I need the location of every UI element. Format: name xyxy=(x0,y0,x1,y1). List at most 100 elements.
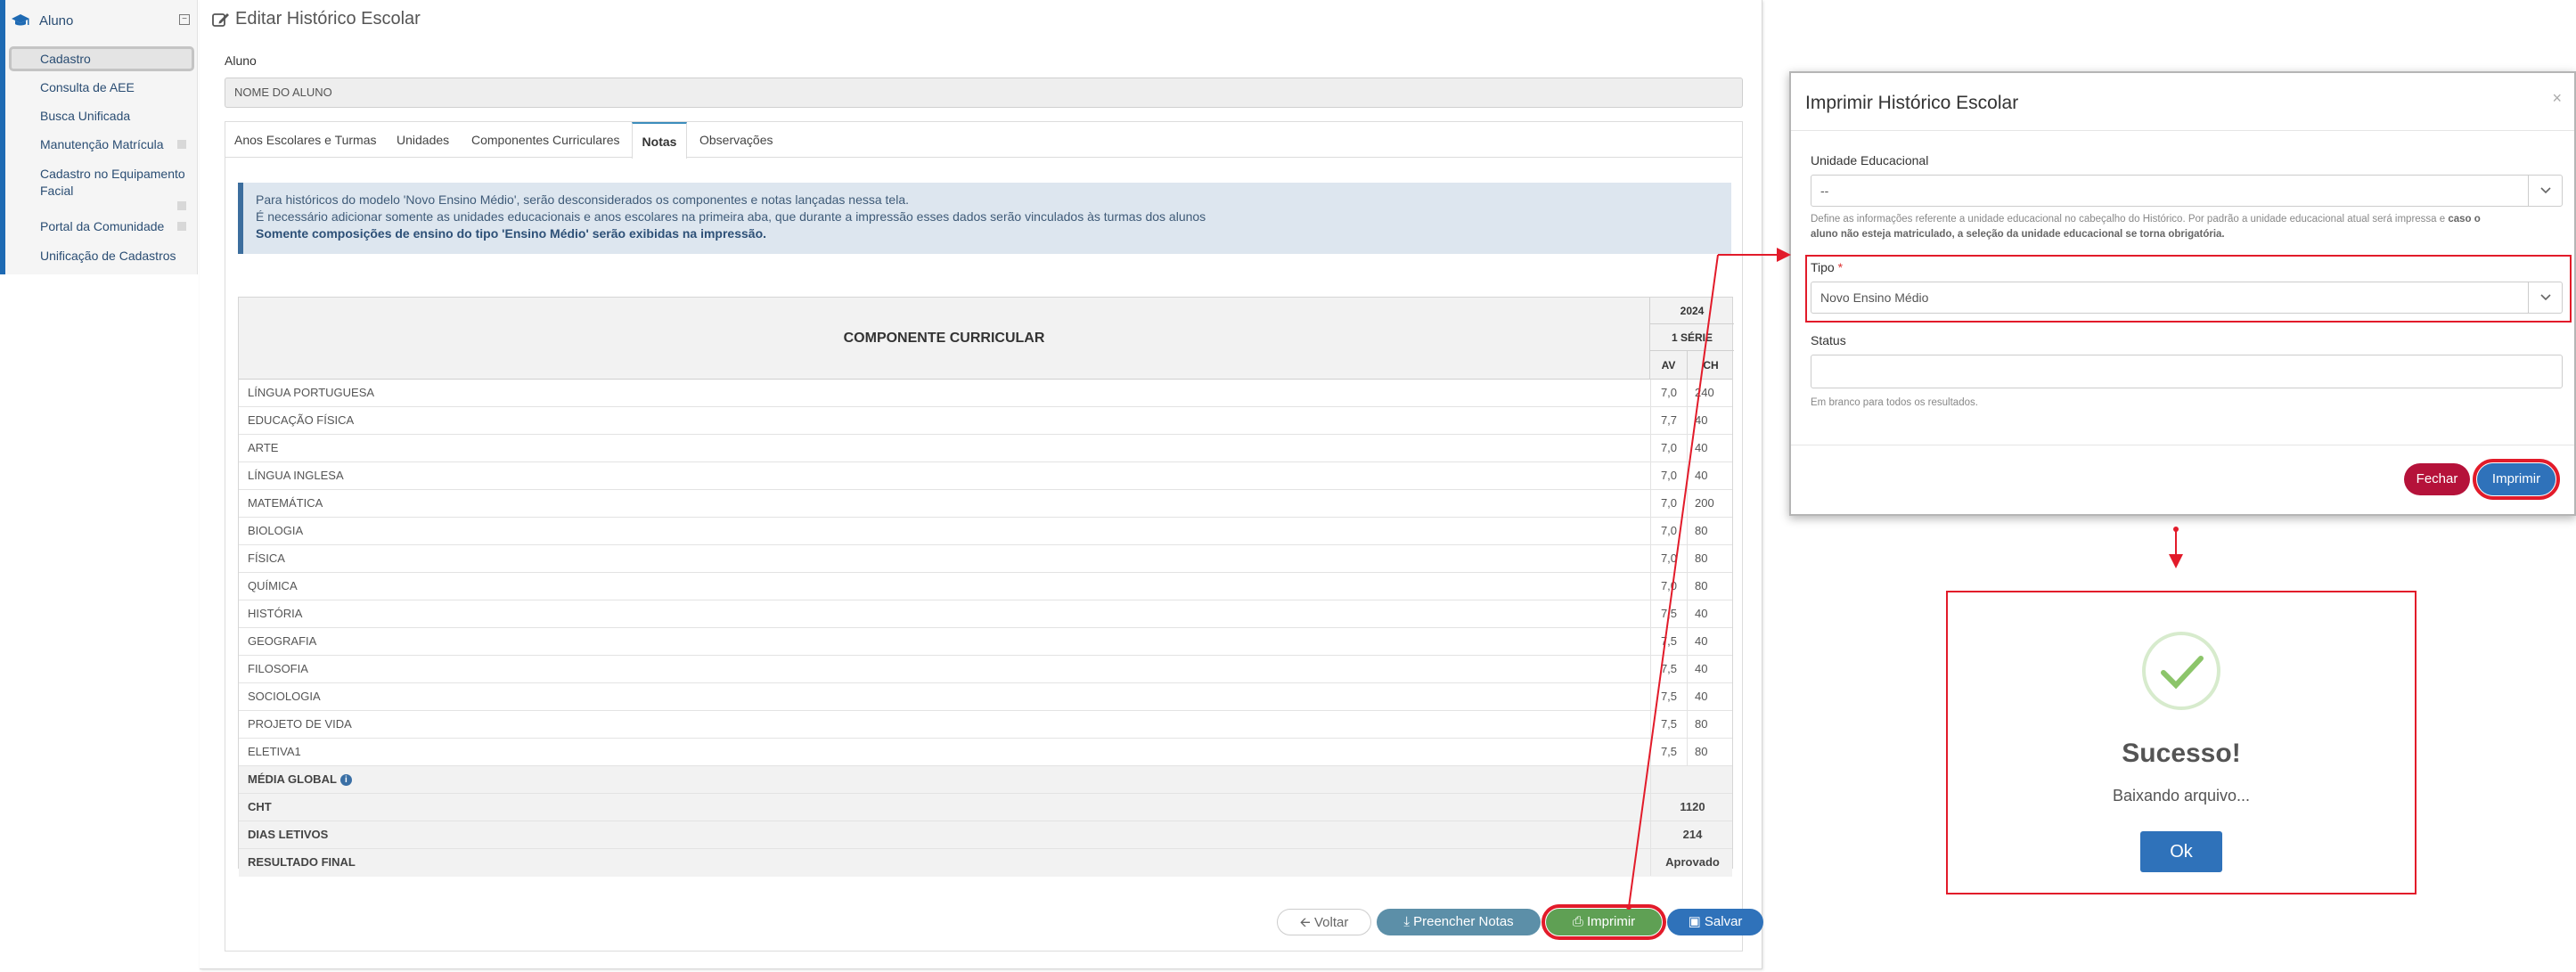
grade-ch[interactable]: 40 xyxy=(1688,656,1734,682)
tipo-select[interactable]: Novo Ensino Médio xyxy=(1811,282,2563,314)
collapse-icon[interactable]: − xyxy=(179,14,190,25)
success-check-icon xyxy=(2142,632,2220,710)
summary-row-dias-letivos: DIAS LETIVOS 214 xyxy=(239,821,1732,849)
tab-observacoes[interactable]: Observações xyxy=(699,122,773,158)
summary-value xyxy=(1650,766,1734,793)
edit-icon xyxy=(212,12,229,27)
voltar-button[interactable]: 🡨 Voltar xyxy=(1277,909,1371,935)
sidebar-group-label: Aluno xyxy=(39,12,74,29)
grade-av[interactable]: 7,0 xyxy=(1650,462,1688,489)
grade-av[interactable]: 7,5 xyxy=(1650,656,1688,682)
grade-av[interactable]: 7,5 xyxy=(1650,711,1688,738)
expand-icon[interactable] xyxy=(177,201,186,210)
sidebar: Aluno − Cadastro Consulta de AEE Busca U… xyxy=(0,0,198,274)
sidebar-item-portal-comunidade[interactable]: Portal da Comunidade xyxy=(40,219,164,233)
column-header-componente: COMPONENTE CURRICULAR xyxy=(239,298,1650,380)
subject-name: FILOSOFIA xyxy=(248,662,308,675)
grade-av[interactable]: 7,0 xyxy=(1650,435,1688,461)
page-title: Editar Histórico Escolar xyxy=(212,9,421,29)
grade-av[interactable]: 7,0 xyxy=(1650,545,1688,572)
grade-ch[interactable]: 80 xyxy=(1688,545,1734,572)
success-message: Baixando arquivo... xyxy=(2112,787,2251,805)
grade-ch[interactable]: 40 xyxy=(1688,462,1734,489)
expand-icon[interactable] xyxy=(177,222,186,231)
grade-av[interactable]: 7,5 xyxy=(1650,739,1688,765)
grade-ch[interactable]: 40 xyxy=(1688,435,1734,461)
sidebar-active-highlight xyxy=(9,46,194,71)
imprimir-button[interactable]: ⎙ Imprimir xyxy=(1542,904,1666,940)
sidebar-item-manutencao-matricula[interactable]: Manutenção Matrícula xyxy=(40,137,164,151)
table-row: ARTE 7,0 40 xyxy=(239,435,1732,462)
grade-ch[interactable]: 40 xyxy=(1688,600,1734,627)
summary-label: DIAS LETIVOS xyxy=(248,828,329,841)
sidebar-group-aluno[interactable]: Aluno − xyxy=(11,9,193,32)
alert-bold-line: Somente composições de ensino do tipo 'E… xyxy=(256,226,767,241)
tab-notas[interactable]: Notas xyxy=(632,122,687,159)
table-row: LÍNGUA INGLESA 7,0 40 xyxy=(239,462,1732,490)
grade-av[interactable]: 7,5 xyxy=(1650,683,1688,710)
grade-ch[interactable]: 200 xyxy=(1688,490,1734,517)
subject-name: QUÍMICA xyxy=(248,579,298,592)
sidebar-item-consulta-aee[interactable]: Consulta de AEE xyxy=(40,80,135,94)
summary-value: Aprovado xyxy=(1650,849,1734,876)
voltar-label: Voltar xyxy=(1314,915,1349,930)
grade-ch[interactable]: 40 xyxy=(1688,628,1734,655)
tab-componentes-curriculares[interactable]: Componentes Curriculares xyxy=(471,122,620,158)
grade-av[interactable]: 7,7 xyxy=(1650,407,1688,434)
grade-av[interactable]: 7,0 xyxy=(1650,518,1688,544)
success-dialog: Sucesso! Baixando arquivo... Ok xyxy=(1946,591,2417,894)
unidade-value: -- xyxy=(1820,184,1829,198)
status-label: Status xyxy=(1811,333,1846,347)
grade-av[interactable]: 7,5 xyxy=(1650,628,1688,655)
close-icon[interactable]: × xyxy=(2552,89,2562,108)
table-row: EDUCAÇÃO FÍSICA 7,7 40 xyxy=(239,407,1732,435)
unidade-help: Define as informações referente a unidad… xyxy=(1811,212,2563,242)
sidebar-item-label: Facial xyxy=(40,184,74,198)
required-asterisk: * xyxy=(1837,260,1844,274)
grade-ch[interactable]: 80 xyxy=(1688,711,1734,738)
grade-av[interactable]: 7,0 xyxy=(1650,380,1688,406)
grade-av[interactable]: 7,5 xyxy=(1650,600,1688,627)
summary-row-cht: CHT 1120 xyxy=(239,794,1732,821)
tipo-label-text: Tipo xyxy=(1811,260,1835,274)
summary-label: RESULTADO FINAL xyxy=(248,855,356,869)
tab-anos-escolares[interactable]: Anos Escolares e Turmas xyxy=(234,122,377,158)
column-header-serie: 1 SÉRIE xyxy=(1650,324,1734,351)
modal-imprimir-button[interactable]: Imprimir xyxy=(2473,459,2560,500)
table-row: HISTÓRIA 7,5 40 xyxy=(239,600,1732,628)
fechar-button[interactable]: Fechar xyxy=(2404,463,2470,495)
sidebar-item-cadastro[interactable]: Cadastro xyxy=(40,52,91,66)
sidebar-item-equipamento-facial[interactable]: Cadastro no Equipamento Facial xyxy=(40,166,185,200)
info-icon[interactable]: i xyxy=(339,774,352,787)
grade-ch[interactable]: 240 xyxy=(1688,380,1734,406)
grade-av[interactable]: 7,0 xyxy=(1650,490,1688,517)
grade-ch[interactable]: 40 xyxy=(1688,407,1734,434)
expand-icon[interactable] xyxy=(177,140,186,149)
grade-ch[interactable]: 80 xyxy=(1688,739,1734,765)
sidebar-item-unificacao-cadastros[interactable]: Unificação de Cadastros xyxy=(40,249,176,263)
success-title: Sucesso! xyxy=(2122,739,2241,768)
salvar-button[interactable]: ▣ Salvar xyxy=(1667,909,1763,935)
aluno-field[interactable]: NOME DO ALUNO xyxy=(225,78,1743,108)
unidade-select[interactable]: -- xyxy=(1811,175,2563,207)
subject-name: MATEMÁTICA xyxy=(248,496,323,510)
sidebar-item-busca-unificada[interactable]: Busca Unificada xyxy=(40,109,130,123)
subject-name: EDUCAÇÃO FÍSICA xyxy=(248,413,355,427)
table-row: FILOSOFIA 7,5 40 xyxy=(239,656,1732,683)
aluno-label: Aluno xyxy=(225,53,257,68)
grade-ch[interactable]: 80 xyxy=(1688,518,1734,544)
tab-panel: Anos Escolares e Turmas Unidades Compone… xyxy=(225,121,1763,952)
tab-unidades[interactable]: Unidades xyxy=(397,122,449,158)
preencher-notas-button[interactable]: ⤓ Preencher Notas xyxy=(1377,909,1541,935)
annotation-dot xyxy=(2173,527,2179,532)
alert-line: Para históricos do modelo 'Novo Ensino M… xyxy=(256,192,909,207)
subject-name: ARTE xyxy=(248,441,279,454)
grade-av[interactable]: 7,0 xyxy=(1650,573,1688,600)
ok-button[interactable]: Ok xyxy=(2140,831,2222,872)
table-row: PROJETO DE VIDA 7,5 80 xyxy=(239,711,1732,739)
grade-ch[interactable]: 80 xyxy=(1688,573,1734,600)
subject-name: LÍNGUA INGLESA xyxy=(248,469,344,482)
subject-name: FÍSICA xyxy=(248,551,285,565)
status-input[interactable] xyxy=(1811,355,2563,388)
grade-ch[interactable]: 40 xyxy=(1688,683,1734,710)
